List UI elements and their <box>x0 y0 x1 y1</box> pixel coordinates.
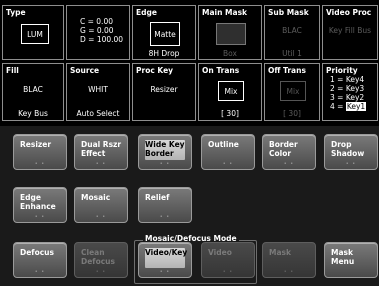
fill-value: BLAC <box>23 85 43 94</box>
edge-cell[interactable]: Edge Matte 8H Drop <box>132 5 196 60</box>
relief-label: Relief <box>145 193 170 202</box>
mask-indicator: • • <box>283 269 295 275</box>
sub-mask-cell[interactable]: Sub Mask BLAC Util 1 <box>264 5 320 60</box>
resizer-label: Resizer <box>20 140 52 149</box>
resizer-button[interactable]: Resizer • • <box>13 134 67 170</box>
source-title: Source <box>70 66 100 75</box>
edge-enhance-indicator: • • <box>34 214 46 220</box>
type-value-box: LUM <box>21 24 49 44</box>
off-trans-title: Off Trans <box>268 66 306 75</box>
source-sub: Auto Select <box>76 109 120 118</box>
border-color-indicator: • • <box>283 161 295 167</box>
outline-label: Outline <box>208 140 239 149</box>
off-trans-duration: [ 30] <box>283 109 301 118</box>
dual-rszr-indicator: • • <box>95 161 107 167</box>
edge-title: Edge <box>136 8 157 17</box>
relief-indicator: • • <box>159 214 171 220</box>
relief-button[interactable]: Relief • • <box>138 187 192 223</box>
wide-key-border-indicator: • • <box>159 161 171 167</box>
main-mask-cell[interactable]: Main Mask Box <box>198 5 262 60</box>
video-label: Video <box>208 248 232 257</box>
edge-value-box: Matte <box>150 22 180 46</box>
priority-line-4-selected: Key1 <box>345 102 367 111</box>
fill-cell[interactable]: Fill BLAC Key Bus <box>2 63 64 121</box>
mask-label: Mask <box>269 248 291 257</box>
on-trans-title: On Trans <box>202 66 240 75</box>
clean-defocus-label: Clean Defocus <box>81 248 115 266</box>
fill-title: Fill <box>6 66 19 75</box>
edge-enhance-button[interactable]: Edge Enhance • • <box>13 187 67 223</box>
edge-sub: 8H Drop <box>148 49 180 58</box>
video-proc-cell[interactable]: Video Proc Key Fill Bus <box>322 5 378 60</box>
source-value: WHIT <box>88 85 108 94</box>
main-mask-sub: Box <box>223 49 237 58</box>
mosaic-label: Mosaic <box>81 193 111 202</box>
video-button[interactable]: Video • • <box>201 242 255 278</box>
resizer-indicator: • • <box>34 161 46 167</box>
mosaic-indicator: • • <box>95 214 107 220</box>
density-value: D = 100.00 <box>80 35 124 44</box>
off-trans-value-box: Mix <box>280 81 306 101</box>
dual-rszr-effect-button[interactable]: Dual Rszr Effect • • <box>74 134 128 170</box>
mosaic-button[interactable]: Mosaic • • <box>74 187 128 223</box>
mask-button[interactable]: Mask • • <box>262 242 316 278</box>
defocus-button[interactable]: Defocus • • <box>13 242 67 278</box>
on-trans-duration: [ 30] <box>221 109 239 118</box>
mask-menu-label: Mask Menu <box>331 248 355 266</box>
video-key-label: Video/Key <box>145 248 188 257</box>
border-color-button[interactable]: Border Color • • <box>262 134 316 170</box>
video-key-indicator: • • <box>159 269 171 275</box>
priority-cell[interactable]: Priority 1 = Key4 2 = Key3 3 = Key2 4 = … <box>322 63 378 121</box>
dual-rszr-effect-label: Dual Rszr Effect <box>81 140 122 158</box>
clean-defocus-indicator: • • <box>95 269 107 275</box>
proc-key-cell[interactable]: Proc Key Resizer <box>132 63 196 121</box>
priority-line-4: 4 = Key1 <box>330 102 367 112</box>
on-trans-cell[interactable]: On Trans Mix [ 30] <box>198 63 262 121</box>
border-color-label: Border Color <box>269 140 298 158</box>
sub-mask-value: BLAC <box>282 26 302 35</box>
video-proc-value: Key Fill Bus <box>328 26 372 35</box>
defocus-indicator: • • <box>34 269 46 275</box>
video-proc-title: Video Proc <box>326 8 372 17</box>
proc-key-title: Proc Key <box>136 66 174 75</box>
main-mask-title: Main Mask <box>202 8 248 17</box>
video-indicator: • • <box>222 269 234 275</box>
mask-menu-button[interactable]: Mask Menu <box>324 242 378 278</box>
type-title: Type <box>6 8 26 17</box>
main-mask-preview <box>216 23 246 45</box>
priority-title: Priority <box>326 66 358 75</box>
edge-enhance-label: Edge Enhance <box>20 193 56 211</box>
wide-key-border-label: Wide Key Border <box>145 140 185 158</box>
wide-key-border-button[interactable]: Wide Key Border • • <box>138 134 192 170</box>
on-trans-value-box: Mix <box>218 81 244 101</box>
drop-shadow-button[interactable]: Drop Shadow • • <box>324 134 378 170</box>
drop-shadow-indicator: • • <box>345 161 357 167</box>
defocus-label: Defocus <box>20 248 54 257</box>
fill-sub: Key Bus <box>18 109 48 118</box>
sub-mask-sub: Util 1 <box>282 49 302 58</box>
source-cell[interactable]: Source WHIT Auto Select <box>66 63 130 121</box>
off-trans-cell[interactable]: Off Trans Mix [ 30] <box>264 63 320 121</box>
cgd-cell[interactable]: C = 0.00 G = 0.00 D = 100.00 <box>66 5 130 60</box>
priority-line-4-prefix: 4 = <box>330 102 346 111</box>
drop-shadow-label: Drop Shadow <box>331 140 365 158</box>
sub-mask-title: Sub Mask <box>268 8 309 17</box>
video-key-button[interactable]: Video/Key • • <box>138 242 192 278</box>
type-cell[interactable]: Type LUM <box>2 5 64 60</box>
outline-indicator: • • <box>222 161 234 167</box>
clean-defocus-button[interactable]: Clean Defocus • • <box>74 242 128 278</box>
outline-button[interactable]: Outline • • <box>201 134 255 170</box>
proc-key-value: Resizer <box>150 85 178 94</box>
